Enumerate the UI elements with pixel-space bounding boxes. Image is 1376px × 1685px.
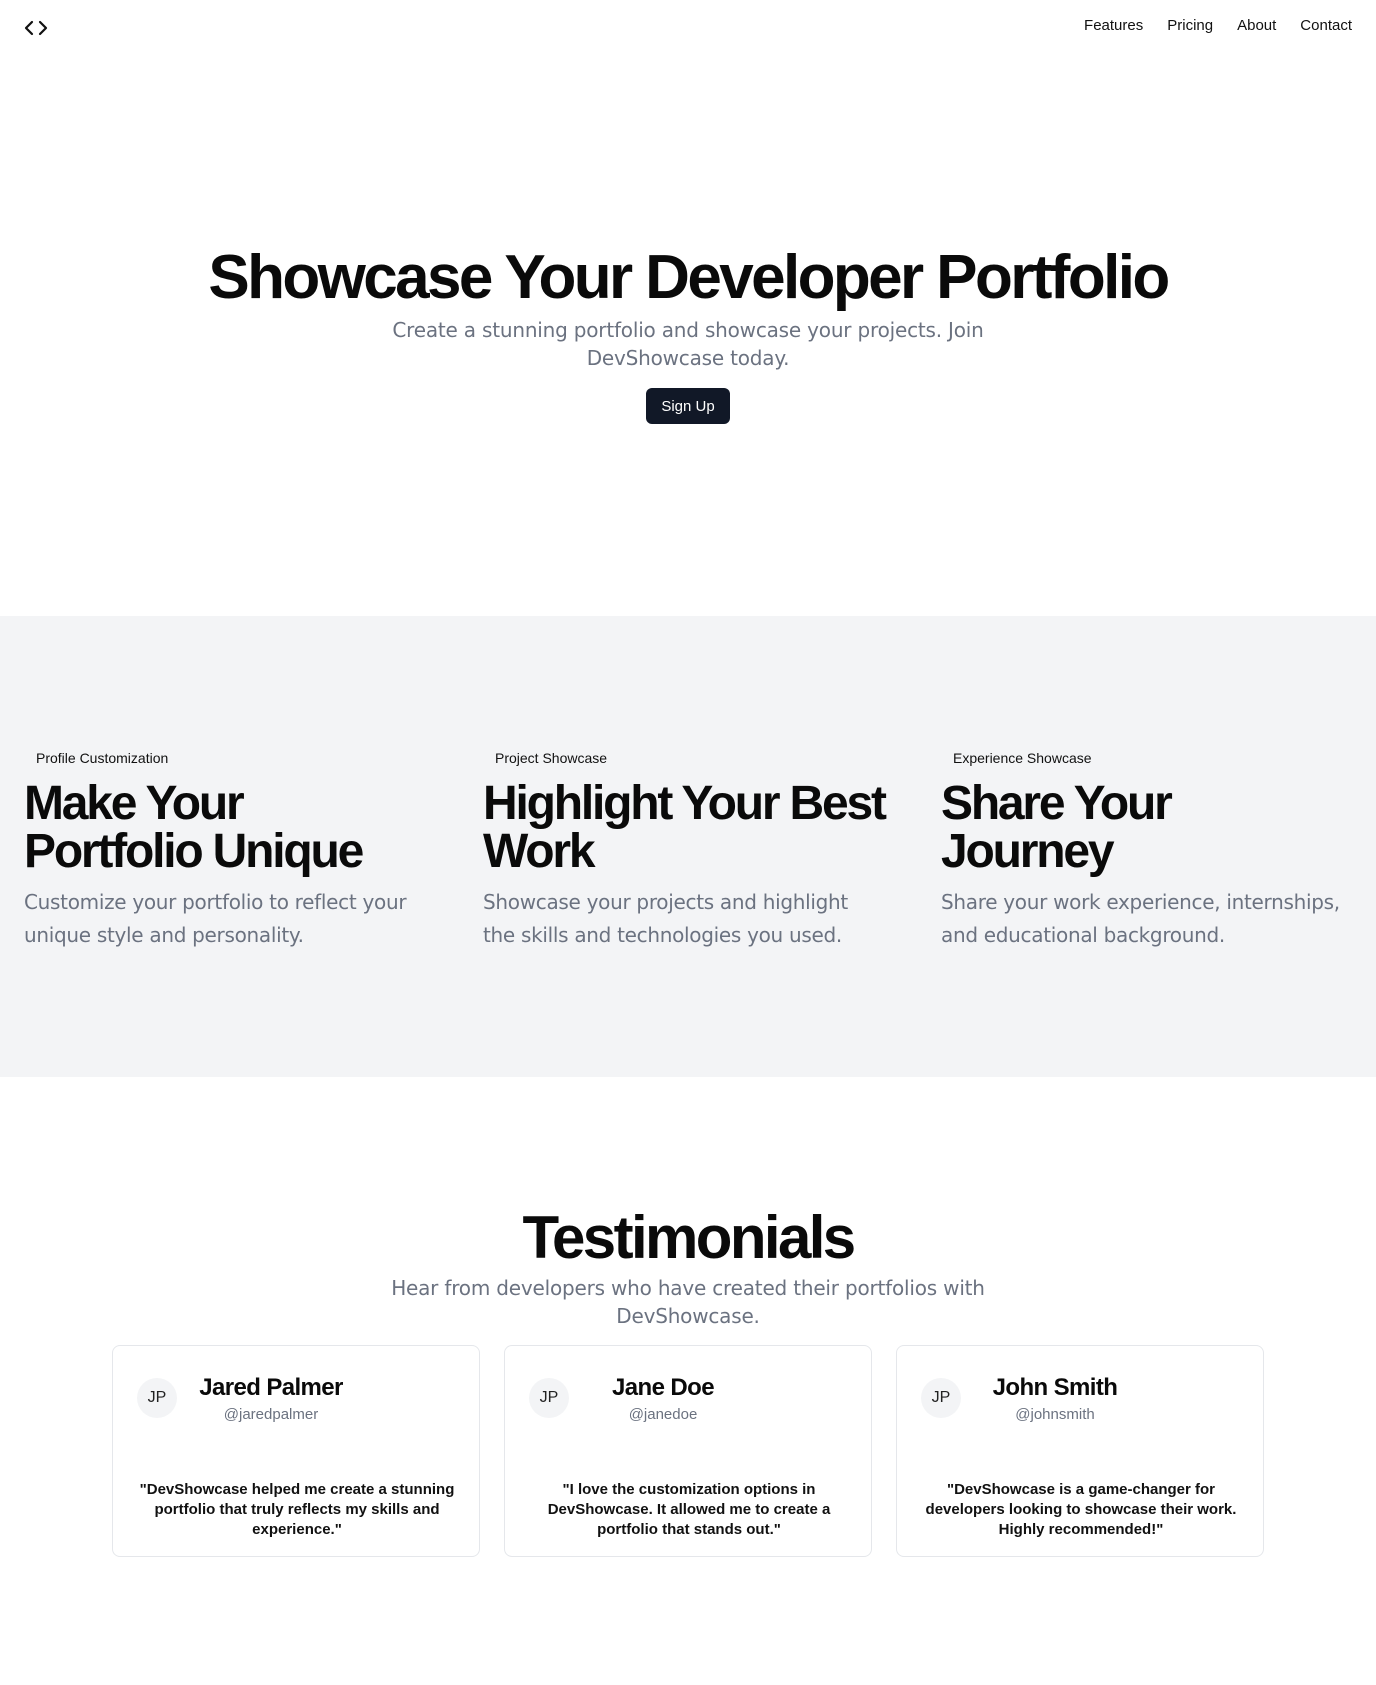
testimonial-quote: "DevShowcase is a game-changer for devel… [925, 1481, 1237, 1538]
testimonial-handle: @johnsmith [1015, 1406, 1095, 1423]
feature-title: Make Your Portfolio Unique [24, 777, 364, 878]
feature-tag: Project Showcase [495, 750, 608, 766]
feature-tag: Profile Customization [36, 750, 169, 766]
testimonial-name: John Smith [992, 1374, 1118, 1401]
feature-tag: Experience Showcase [953, 750, 1092, 766]
testimonial-handle: @janedoe [628, 1406, 698, 1423]
feature-title: Highlight Your Best Work [483, 777, 887, 878]
nav-link-pricing[interactable]: Pricing [1167, 17, 1213, 34]
testimonial-card: JP John Smith @johnsmith "DevShowcase is… [896, 1345, 1264, 1557]
avatar: JP [921, 1378, 961, 1418]
avatar: JP [529, 1378, 569, 1418]
testimonial-card: JP Jared Palmer @jaredpalmer "DevShowcas… [112, 1345, 480, 1557]
site-header: Features Pricing About Contact [0, 0, 1376, 56]
hero-subtitle: Create a stunning portfolio and showcase… [392, 318, 984, 370]
feature-project-showcase: Project Showcase Highlight Your Best Wor… [483, 748, 903, 952]
feature-description: Customize your portfolio to reflect your… [24, 890, 407, 947]
nav-link-contact[interactable]: Contact [1300, 17, 1352, 34]
nav-link-features[interactable]: Features [1084, 17, 1143, 34]
feature-profile-customization: Profile Customization Make Your Portfoli… [24, 748, 444, 952]
hero-section: Showcase Your Developer Portfolio Create… [0, 56, 1376, 616]
feature-description: Share your work experience, internships,… [941, 890, 1340, 947]
testimonial-handle: @jaredpalmer [223, 1406, 319, 1423]
testimonial-quote: "I love the customization options in Dev… [547, 1481, 831, 1538]
testimonial-name: Jane Doe [612, 1374, 715, 1401]
avatar: JP [137, 1378, 177, 1418]
nav-link-about[interactable]: About [1237, 17, 1276, 34]
testimonial-quote: "DevShowcase helped me create a stunning… [139, 1481, 455, 1538]
testimonials-section: Testimonials Hear from developers who ha… [0, 1077, 1376, 1685]
code-icon[interactable] [22, 16, 50, 40]
testimonials-subtitle: Hear from developers who have created th… [391, 1276, 985, 1328]
sign-up-button[interactable]: Sign Up [646, 388, 730, 424]
hero-title: Showcase Your Developer Portfolio [208, 243, 1170, 312]
feature-description: Showcase your projects and highlight the… [483, 890, 848, 947]
testimonials-title: Testimonials [522, 1204, 856, 1271]
main-nav: Features Pricing About Contact [1084, 17, 1352, 34]
testimonial-name: Jared Palmer [199, 1374, 343, 1401]
features-section: Profile Customization Make Your Portfoli… [0, 616, 1376, 1077]
testimonial-card: JP Jane Doe @janedoe "I love the customi… [504, 1345, 872, 1557]
feature-experience-showcase: Experience Showcase Share Your Journey S… [941, 748, 1361, 952]
feature-title: Share Your Journey [941, 777, 1173, 878]
